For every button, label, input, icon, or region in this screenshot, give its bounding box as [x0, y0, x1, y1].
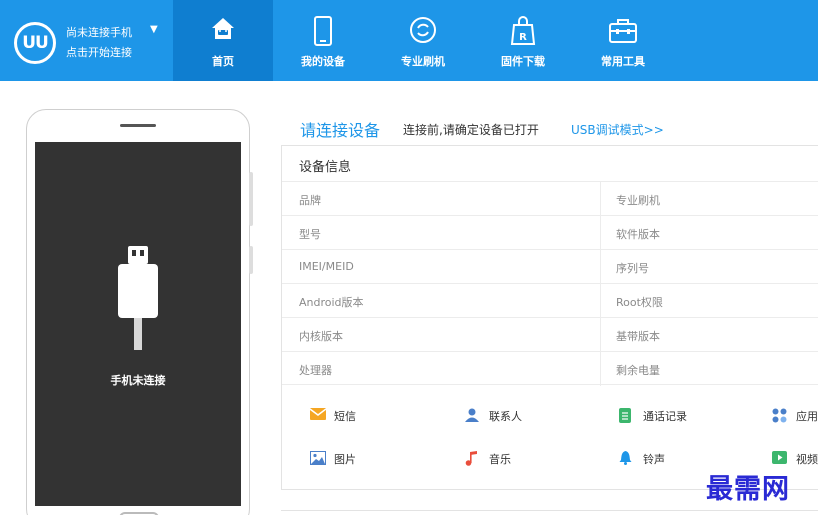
- info-label: Root权限: [616, 296, 663, 309]
- tab-common-tools-label: 常用工具: [601, 55, 645, 68]
- info-label: 序列号: [616, 262, 649, 275]
- row-divider: [600, 284, 601, 318]
- phone-side-button: [249, 246, 253, 274]
- quick-link-label: 音乐: [489, 453, 511, 466]
- quick-link-label: 应用: [796, 410, 818, 423]
- svg-text:R: R: [519, 32, 527, 43]
- contacts-icon: [465, 408, 479, 422]
- apps-icon: [772, 408, 787, 423]
- quick-link-label: 通话记录: [643, 410, 687, 423]
- quick-link-call-log[interactable]: 通话记录: [619, 406, 719, 424]
- chevron-down-icon[interactable]: ▼: [150, 24, 158, 35]
- phone-screen: 手机未连接: [35, 142, 241, 506]
- rom-bag-icon: R: [510, 16, 536, 45]
- toolbox-icon: [609, 19, 637, 43]
- info-label: 剩余电量: [616, 364, 660, 377]
- quick-link-apps[interactable]: 应用: [772, 406, 818, 424]
- call-log-icon: [619, 408, 631, 423]
- table-row: 品牌 专业刷机: [282, 181, 818, 216]
- quick-link-label: 视频: [796, 453, 818, 466]
- connection-start-link[interactable]: 点击开始连接: [66, 44, 132, 60]
- quick-link-sms[interactable]: 短信: [310, 406, 390, 424]
- connection-status-title[interactable]: 尚未连接手机: [66, 24, 132, 40]
- row-divider: [600, 250, 601, 284]
- ringtone-icon: [619, 451, 632, 465]
- phone-speaker: [120, 124, 156, 127]
- table-row: 型号 软件版本: [282, 215, 818, 250]
- quick-link-ringtone[interactable]: 铃声: [619, 449, 719, 467]
- quick-link-label: 铃声: [643, 453, 665, 466]
- info-label: 型号: [299, 228, 321, 241]
- info-label: 处理器: [299, 364, 332, 377]
- row-divider: [600, 318, 601, 352]
- tab-common-tools[interactable]: 常用工具: [573, 0, 673, 81]
- row-divider: [600, 182, 601, 216]
- table-row: IMEI/MEID 序列号: [282, 249, 818, 284]
- info-label: IMEI/MEID: [299, 260, 354, 273]
- table-row: 内核版本 基带版本: [282, 317, 818, 352]
- table-row: Android版本 Root权限: [282, 283, 818, 318]
- table-row: 处理器 剩余电量: [282, 351, 818, 386]
- tab-home[interactable]: 首页: [173, 0, 273, 81]
- info-label: 基带版本: [616, 330, 660, 343]
- connect-device-note: 连接前,请确定设备已打开: [403, 123, 539, 137]
- quick-link-pictures[interactable]: 图片: [310, 449, 390, 467]
- quick-link-contacts[interactable]: 联系人: [465, 406, 545, 424]
- video-icon: [772, 451, 787, 464]
- row-divider: [600, 216, 601, 250]
- connect-device-title: 请连接设备: [300, 121, 381, 140]
- music-icon: [465, 451, 477, 466]
- info-label: 专业刷机: [616, 194, 660, 207]
- quick-link-video[interactable]: 视频: [772, 449, 818, 467]
- quick-link-music[interactable]: 音乐: [465, 449, 545, 467]
- info-label: 软件版本: [616, 228, 660, 241]
- home-icon: [212, 18, 234, 39]
- picture-icon: [310, 451, 326, 465]
- info-label: Android版本: [299, 296, 364, 309]
- phone-connection-status: 手机未连接: [110, 374, 166, 387]
- phone-icon: [314, 16, 332, 46]
- watermark: 最需网: [706, 474, 790, 505]
- quick-link-label: 短信: [334, 410, 356, 423]
- tab-my-device-label: 我的设备: [301, 55, 345, 68]
- device-info-panel: 设备信息 品牌 专业刷机 型号 软件版本 IMEI/MEID 序列号 Andro…: [281, 145, 818, 490]
- tab-firmware-download-label: 固件下载: [501, 55, 545, 68]
- usb-cable-icon: [118, 246, 158, 350]
- app-logo: UU: [14, 22, 56, 64]
- quick-link-label: 图片: [334, 453, 356, 466]
- tab-pro-flash[interactable]: 专业刷机: [373, 0, 473, 81]
- row-divider: [600, 352, 601, 386]
- tab-my-device[interactable]: 我的设备: [273, 0, 373, 81]
- device-info-title: 设备信息: [299, 160, 352, 175]
- tab-pro-flash-label: 专业刷机: [401, 55, 445, 68]
- usb-debug-mode-link[interactable]: USB调试模式>>: [571, 121, 664, 138]
- tab-home-label: 首页: [212, 55, 234, 68]
- flash-icon: [410, 17, 436, 43]
- bottom-panel-edge: [281, 510, 818, 515]
- top-bar: UU 尚未连接手机 ▼ 点击开始连接 首页 我的设备 专业刷机 R 固件下载 常…: [0, 0, 818, 81]
- phone-illustration: 手机未连接: [26, 109, 253, 515]
- info-label: 品牌: [299, 194, 321, 207]
- sms-icon: [310, 408, 326, 420]
- phone-side-button: [249, 172, 253, 226]
- quick-link-label: 联系人: [489, 410, 522, 423]
- info-label: 内核版本: [299, 330, 343, 343]
- tab-firmware-download[interactable]: R 固件下载: [473, 0, 573, 81]
